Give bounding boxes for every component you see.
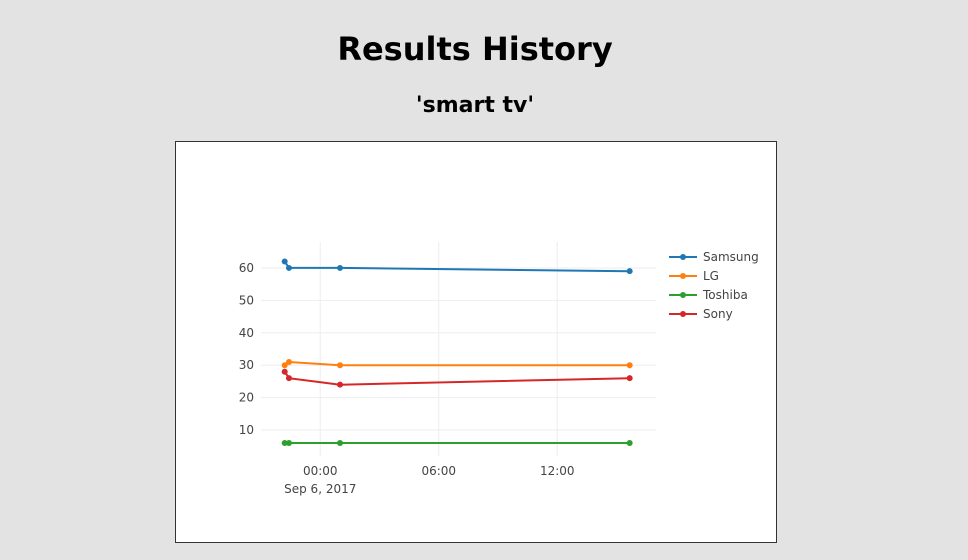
data-point-lg[interactable]: [285, 358, 292, 365]
legend-label: LG: [703, 269, 719, 283]
legend-label: Toshiba: [702, 288, 748, 302]
legend[interactable]: Samsung LG Toshiba Sony: [669, 250, 759, 321]
series-toshiba[interactable]: [281, 440, 633, 447]
x-tick-sublabel: Sep 6, 2017: [284, 482, 356, 496]
page-subtitle: 'smart tv': [415, 93, 535, 118]
x-axis-ticks: 00:00 Sep 6, 2017 06:00 12:00: [284, 464, 574, 496]
legend-item-lg[interactable]: LG: [669, 269, 719, 283]
y-tick-label: 10: [239, 423, 254, 437]
series-line-samsung[interactable]: [283, 260, 630, 273]
data-point-sony[interactable]: [337, 381, 343, 388]
series-lines[interactable]: [281, 258, 633, 447]
legend-swatch-marker: [680, 273, 686, 279]
legend-label: Sony: [703, 307, 733, 321]
data-point-lg[interactable]: [626, 362, 633, 369]
data-point-sony[interactable]: [285, 375, 292, 382]
y-axis-ticks: 10 20 30 40 50 60: [239, 261, 254, 437]
legend-item-toshiba[interactable]: Toshiba: [669, 288, 748, 302]
y-tick-label: 20: [239, 391, 254, 405]
series-line-lg[interactable]: [284, 360, 630, 367]
data-point-samsung[interactable]: [285, 264, 292, 271]
x-tick-label: 06:00: [421, 464, 456, 478]
line-chart[interactable]: 102030405060 00:00Sep 6, 201706:00 12:00 …: [176, 142, 776, 542]
data-point-samsung[interactable]: [626, 268, 633, 275]
data-point-samsung[interactable]: [281, 258, 288, 265]
legend-swatch-marker: [680, 254, 686, 260]
page-title: Results History: [337, 30, 613, 68]
data-point-samsung[interactable]: [337, 264, 343, 271]
legend-item-sony[interactable]: Sony: [669, 307, 733, 321]
series-lg[interactable]: [281, 358, 633, 369]
x-tick-label: 00:00: [303, 464, 338, 478]
series-sony[interactable]: [281, 368, 633, 388]
data-point-toshiba[interactable]: [626, 440, 633, 447]
series-samsung[interactable]: [281, 258, 633, 275]
legend-label: Samsung: [703, 250, 759, 264]
y-tick-label: 50: [239, 293, 254, 307]
legend-swatch-marker: [680, 311, 686, 317]
data-point-sony[interactable]: [626, 375, 633, 382]
data-point-toshiba[interactable]: [285, 440, 292, 447]
grid: [261, 242, 656, 456]
legend-item-samsung[interactable]: Samsung: [669, 250, 759, 264]
data-point-toshiba[interactable]: [337, 440, 343, 447]
chart-container[interactable]: 10 20 30 40 50 60 00:00 Sep 6, 2017 06:00 12:00 …: [175, 141, 777, 543]
y-tick-label: 40: [239, 326, 254, 340]
series-line-sony[interactable]: [283, 371, 630, 386]
y-tick-label: 30: [239, 358, 254, 372]
data-point-lg[interactable]: [337, 362, 343, 369]
y-tick-label: 60: [239, 261, 254, 275]
x-tick-label: 12:00: [540, 464, 575, 478]
data-point-sony[interactable]: [281, 368, 288, 375]
legend-swatch-marker: [680, 292, 686, 298]
